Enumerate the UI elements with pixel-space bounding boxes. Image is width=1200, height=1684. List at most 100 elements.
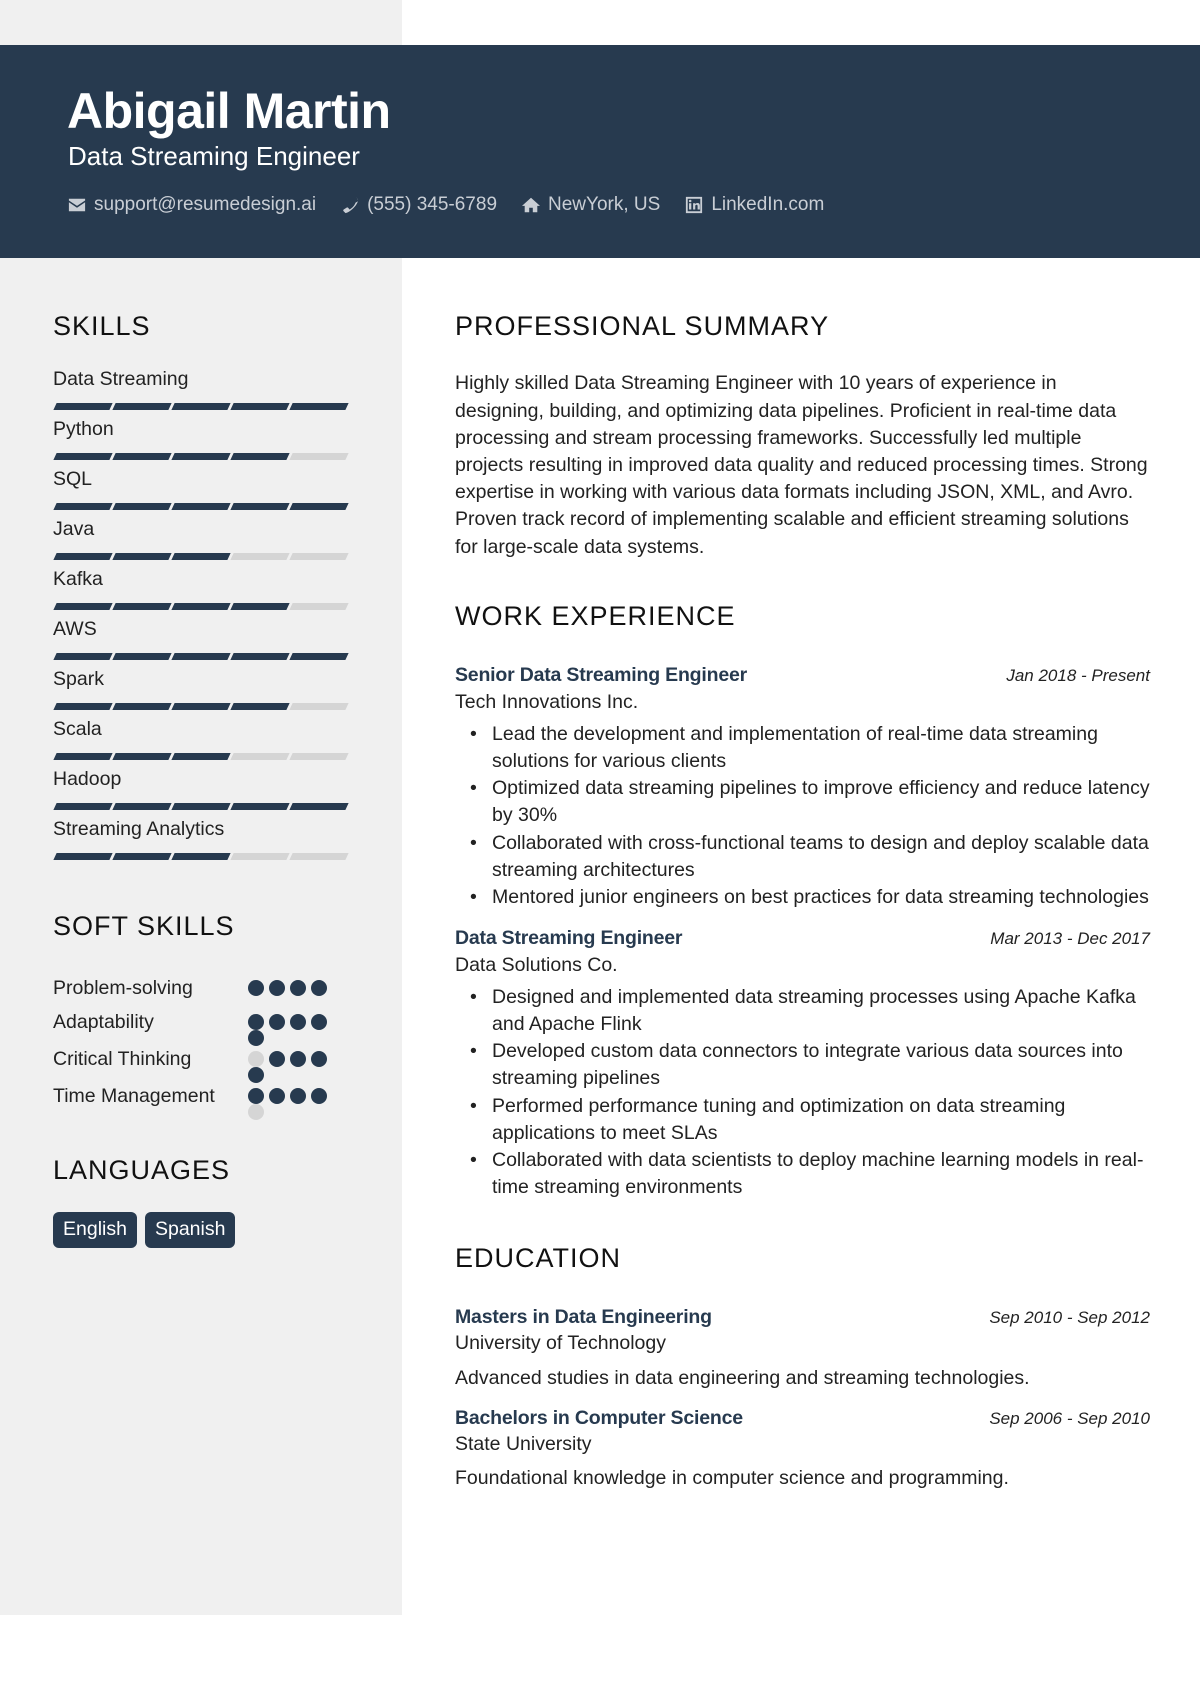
skill-name: Hadoop xyxy=(53,768,122,791)
skill-level-bar xyxy=(53,653,353,661)
skill-segment-empty xyxy=(289,753,349,761)
skill-name: Data Streaming xyxy=(53,368,189,391)
skill-name: Streaming Analytics xyxy=(53,818,225,841)
education-dates: Sep 2010 - Sep 2012 xyxy=(989,1307,1150,1327)
skill-segment-empty xyxy=(289,853,349,861)
skill-segment-empty xyxy=(289,603,349,611)
skill-level-bar xyxy=(53,403,353,411)
soft-skill-item: Adaptability xyxy=(53,1009,353,1046)
rating-dot-filled xyxy=(248,1066,264,1083)
skill-segment-filled xyxy=(289,653,349,661)
job-header: Data Streaming Engineer Mar 2013 - Dec 20… xyxy=(455,925,1150,951)
job-dates: Mar 2013 - Dec 2017 xyxy=(990,929,1150,949)
skill-item: Java xyxy=(53,518,353,568)
skill-item: Python xyxy=(53,418,353,468)
skill-name: SQL xyxy=(53,468,93,491)
soft-skill-name: Problem-solving xyxy=(53,976,193,999)
skill-level-bar xyxy=(53,703,353,711)
job-bullet: Mentored junior engineers on best practi… xyxy=(470,884,1150,911)
skill-segment-filled xyxy=(289,503,349,511)
education-list: Masters in Data Engineering Sep 2010 - Se… xyxy=(455,1304,1150,1492)
skill-segment-filled xyxy=(53,853,113,861)
rating-dot-filled xyxy=(269,979,285,996)
skill-segment-filled xyxy=(112,853,172,861)
skill-segment-filled xyxy=(112,803,172,811)
skill-name: Kafka xyxy=(53,568,103,591)
soft-skills-heading: SOFT SKILLS xyxy=(53,911,235,942)
job-role: Data Streaming Engineer xyxy=(455,927,683,950)
education-entry: Bachelors in Computer Science Sep 2006 - … xyxy=(455,1405,1150,1492)
linkedin-icon xyxy=(684,195,704,215)
job-company: Tech Innovations Inc. xyxy=(455,690,639,713)
job-entry: Senior Data Streaming Engineer Jan 2018 -… xyxy=(455,662,1150,911)
contact-linkedin[interactable]: LinkedIn.com xyxy=(684,194,824,216)
contact-email[interactable]: support@resumedesign.ai xyxy=(67,194,316,216)
soft-skills-list: Problem-solving Adaptability Critical Thin… xyxy=(53,975,353,1120)
candidate-title: Data Streaming Engineer xyxy=(68,141,360,171)
job-bullet: Designed and implemented data streaming … xyxy=(470,984,1150,1038)
rating-dot-filled xyxy=(311,979,327,996)
education-header: Bachelors in Computer Science Sep 2006 - … xyxy=(455,1405,1150,1431)
rating-dot-filled xyxy=(248,1013,264,1030)
education-header: Masters in Data Engineering Sep 2010 - Se… xyxy=(455,1304,1150,1330)
skill-segment-empty xyxy=(289,553,349,561)
rating-dot-filled xyxy=(290,1087,306,1104)
education-degree: Bachelors in Computer Science xyxy=(455,1406,743,1429)
soft-skill-rating xyxy=(248,1083,338,1120)
skill-segment-empty xyxy=(230,553,290,561)
skill-segment-filled xyxy=(171,653,231,661)
skill-name: Scala xyxy=(53,718,102,741)
job-header: Senior Data Streaming Engineer Jan 2018 -… xyxy=(455,662,1150,688)
skill-segment-filled xyxy=(289,803,349,811)
language-badge: English xyxy=(53,1212,137,1248)
skill-segment-filled xyxy=(171,753,231,761)
soft-skill-item: Critical Thinking xyxy=(53,1046,353,1083)
soft-skill-name: Critical Thinking xyxy=(53,1047,192,1070)
skill-item: Streaming Analytics xyxy=(53,818,353,868)
skill-level-bar xyxy=(53,853,353,861)
education-school: State University xyxy=(455,1433,592,1456)
skill-name: AWS xyxy=(53,618,97,641)
job-bullets: Lead the development and implementation … xyxy=(455,721,1150,912)
skill-segment-filled xyxy=(230,503,290,511)
education-dates: Sep 2006 - Sep 2010 xyxy=(989,1408,1150,1428)
skill-segment-filled xyxy=(53,503,113,511)
contact-phone[interactable]: (555) 345-6789 xyxy=(340,194,497,216)
job-bullet: Lead the development and implementation … xyxy=(470,721,1150,775)
skill-segment-filled xyxy=(112,553,172,561)
job-dates: Jan 2018 - Present xyxy=(1006,666,1150,686)
skill-segment-filled xyxy=(230,453,290,461)
soft-skill-item: Problem-solving xyxy=(53,975,353,1009)
summary-heading: PROFESSIONAL SUMMARY xyxy=(455,311,830,341)
job-bullet: Collaborated with cross-functional teams… xyxy=(470,830,1150,884)
rating-dot-filled xyxy=(290,979,306,996)
skill-item: Data Streaming xyxy=(53,368,353,418)
main-content: PROFESSIONAL SUMMARY Highly skilled Data… xyxy=(455,258,1150,1492)
rating-dot-filled xyxy=(290,1050,306,1067)
job-list: Senior Data Streaming Engineer Jan 2018 -… xyxy=(455,662,1150,1201)
skill-segment-filled xyxy=(289,403,349,411)
skill-segment-filled xyxy=(171,553,231,561)
job-bullet: Optimized data streaming pipelines to im… xyxy=(470,775,1150,829)
skill-segment-filled xyxy=(171,603,231,611)
contact-location: NewYork, US xyxy=(521,194,660,216)
job-bullet: Performed performance tuning and optimiz… xyxy=(470,1093,1150,1147)
sidebar: SKILLS Data Streaming Python SQL Java Kafka A… xyxy=(53,258,353,1248)
contact-email-text: support@resumedesign.ai xyxy=(94,194,317,215)
skill-segment-filled xyxy=(171,503,231,511)
education-description: Foundational knowledge in computer scien… xyxy=(455,1467,1009,1490)
skill-segment-filled xyxy=(53,753,113,761)
contact-linkedin-text: LinkedIn.com xyxy=(711,194,825,215)
skill-segment-filled xyxy=(171,453,231,461)
skill-segment-empty xyxy=(230,753,290,761)
skills-list: Data Streaming Python SQL Java Kafka AWS Spark… xyxy=(53,368,353,868)
skill-segment-filled xyxy=(112,703,172,711)
rating-dot-filled xyxy=(248,979,264,996)
skill-segment-filled xyxy=(171,853,231,861)
skill-segment-empty xyxy=(230,853,290,861)
skill-segment-filled xyxy=(230,803,290,811)
job-bullet: Collaborated with data scientists to dep… xyxy=(470,1147,1150,1201)
language-badge: Spanish xyxy=(144,1212,236,1248)
skill-segment-filled xyxy=(230,603,290,611)
skill-level-bar xyxy=(53,603,353,611)
